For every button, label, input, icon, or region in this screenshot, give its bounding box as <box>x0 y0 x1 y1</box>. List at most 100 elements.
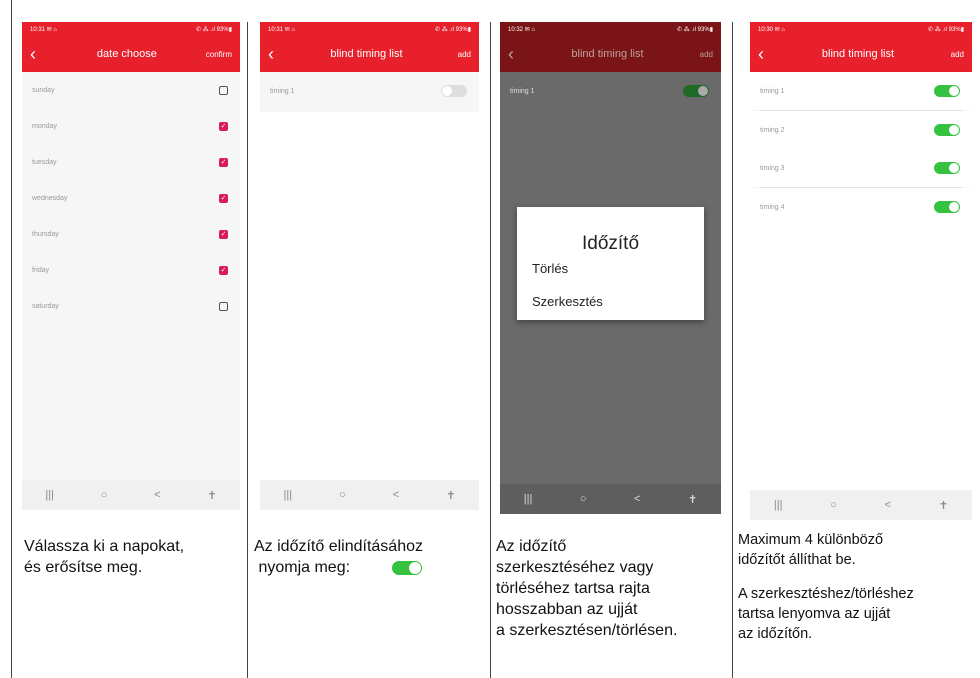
timing-toggle[interactable] <box>934 162 960 174</box>
recent-apps-icon[interactable]: ||| <box>284 489 293 501</box>
timing-toggle[interactable] <box>441 85 467 97</box>
confirm-button[interactable]: confirm <box>206 50 232 59</box>
app-bar: ‹ date choose confirm <box>22 36 240 72</box>
back-nav-icon[interactable]: < <box>885 499 891 511</box>
caption-line: A szerkesztéshez/törléshez <box>738 586 914 602</box>
timing-row[interactable]: timing 3 <box>750 149 972 187</box>
day-row[interactable]: thursday ✓ <box>22 216 240 252</box>
android-nav-bar: ||| ○ < ✝ <box>22 480 240 510</box>
day-label: wednesday <box>32 194 68 202</box>
timing-row: timing 1 <box>500 72 721 110</box>
caption-step-4: Maximum 4 különböző időzítőt állíthat be… <box>738 530 978 644</box>
timing-toggle <box>683 85 709 97</box>
checkbox-checked[interactable]: ✓ <box>219 121 228 131</box>
status-time: 10:32 ✉ ⌂ <box>508 26 535 33</box>
timing-label: timing 1 <box>270 87 295 95</box>
day-row[interactable]: tuesday ✓ <box>22 144 240 180</box>
column-divider <box>11 22 12 678</box>
android-nav-bar: ||| ○ < ✝ <box>260 480 479 510</box>
column-divider <box>247 22 248 678</box>
back-chevron-icon[interactable]: ‹ <box>268 45 286 63</box>
home-icon[interactable]: ○ <box>830 499 837 511</box>
caption-step-2: Az időzítő elindításához nyomja meg: <box>254 536 490 578</box>
timing-row[interactable]: timing 4 <box>750 188 972 226</box>
timing-label: timing 4 <box>760 203 785 211</box>
timing-toggle[interactable] <box>934 85 960 97</box>
caption-line: tartsa lenyomva az ujját <box>738 606 891 622</box>
day-row[interactable]: sunday <box>22 72 240 108</box>
add-button: add <box>699 49 713 59</box>
timing-row[interactable]: timing 2 <box>750 111 972 149</box>
caption-line: Az időzítő elindításához <box>254 538 423 555</box>
caption-line: hosszabban az ujját <box>496 601 638 618</box>
caption-line: időzítőt állíthat be. <box>738 552 856 568</box>
checkbox-checked[interactable]: ✓ <box>219 229 228 239</box>
day-row[interactable]: monday ✓ <box>22 108 240 144</box>
app-bar: ‹ blind timing list add <box>260 36 479 72</box>
edit-option[interactable]: Szerkesztés <box>517 294 704 309</box>
day-label: saturday <box>32 302 59 310</box>
recent-apps-icon: ||| <box>523 493 533 505</box>
day-row[interactable]: friday ✓ <box>22 252 240 288</box>
add-button[interactable]: add <box>940 50 964 59</box>
caption-step-3: Az időzítő szerkesztéséhez vagy törléséh… <box>496 536 732 641</box>
checkbox-checked[interactable]: ✓ <box>219 157 228 167</box>
back-chevron-icon[interactable]: ‹ <box>30 45 48 63</box>
caption-line: törléséhez tartsa rajta <box>496 580 650 597</box>
accessibility-icon[interactable]: ✝ <box>939 499 948 512</box>
timing-label: timing 3 <box>760 164 785 172</box>
list-area <box>260 112 479 480</box>
timing-row[interactable]: timing 1 <box>750 72 972 110</box>
status-indicators: ✆ ⁂ .ıl 93%▮ <box>434 26 471 33</box>
back-nav-icon[interactable]: < <box>393 489 399 501</box>
delete-option[interactable]: Törlés <box>517 261 704 276</box>
back-nav-icon: < <box>634 493 641 505</box>
day-row[interactable]: saturday <box>22 288 240 324</box>
checkbox-unchecked[interactable] <box>219 85 228 95</box>
timing-label: timing 1 <box>760 87 785 95</box>
status-bar: 10:32 ✉ ⌂ ✆ ⁂ .ıl 93%▮ <box>500 22 721 36</box>
phone-timing-list-four: 10:30 ✉ ⌂ ✆ ⁂ .ıl 93%▮ ‹ blind timing li… <box>750 22 972 520</box>
phone-date-choose: 10:31 ✉ ⌂ ✆ ⁂ .ıl 93%▮ ‹ date choose con… <box>22 22 240 510</box>
add-button[interactable]: add <box>447 50 471 59</box>
list-area <box>750 226 972 490</box>
caption-line: az időzítőn. <box>738 626 813 642</box>
home-icon[interactable]: ○ <box>339 489 346 501</box>
timing-list: timing 1 timing 2 timing 3 timing 4 <box>750 72 972 226</box>
timing-toggle[interactable] <box>934 124 960 136</box>
recent-apps-icon[interactable]: ||| <box>774 499 783 511</box>
home-icon: ○ <box>579 493 587 505</box>
page-title: blind timing list <box>330 48 403 60</box>
back-nav-icon[interactable]: < <box>154 489 160 501</box>
accessibility-icon[interactable]: ✝ <box>207 489 216 502</box>
timing-toggle[interactable] <box>934 201 960 213</box>
status-time: 10:30 ✉ ⌂ <box>758 26 785 33</box>
timing-row[interactable]: timing 1 <box>260 72 479 110</box>
back-chevron-icon[interactable]: ‹ <box>758 45 776 63</box>
check-icon: ✓ <box>220 266 227 274</box>
caption-line: Maximum 4 különböző <box>738 532 884 548</box>
toggle-on-icon <box>392 560 423 575</box>
caption-step-1: Válassza ki a napokat, és erősítse meg. <box>24 536 246 578</box>
day-row[interactable]: wednesday ✓ <box>22 180 240 216</box>
accessibility-icon[interactable]: ✝ <box>446 489 455 502</box>
checkbox-unchecked[interactable] <box>219 301 228 311</box>
page-title: blind timing list <box>821 48 895 60</box>
timer-action-dialog: Időzítő Törlés Szerkesztés <box>517 207 704 320</box>
checkbox-checked[interactable]: ✓ <box>219 265 228 275</box>
recent-apps-icon[interactable]: ||| <box>45 489 54 501</box>
day-list: sunday monday ✓ tuesday ✓ wednesday ✓ thursday ✓… <box>22 72 240 324</box>
status-indicators: ✆ ⁂ .ıl 93%▮ <box>927 26 964 33</box>
day-label: sunday <box>32 86 55 94</box>
caption-line: szerkesztéséhez vagy <box>496 559 654 576</box>
app-bar: ‹ blind timing list add <box>500 36 721 72</box>
caption-line: nyomja meg: <box>254 559 351 576</box>
timing-label: timing 2 <box>760 126 785 134</box>
day-label: friday <box>32 266 50 274</box>
day-label: monday <box>32 122 57 130</box>
dialog-title: Időzítő <box>581 233 640 254</box>
check-icon: ✓ <box>220 122 227 130</box>
home-icon[interactable]: ○ <box>101 489 108 501</box>
checkbox-checked[interactable]: ✓ <box>219 193 228 203</box>
accessibility-icon: ✝ <box>687 493 698 506</box>
